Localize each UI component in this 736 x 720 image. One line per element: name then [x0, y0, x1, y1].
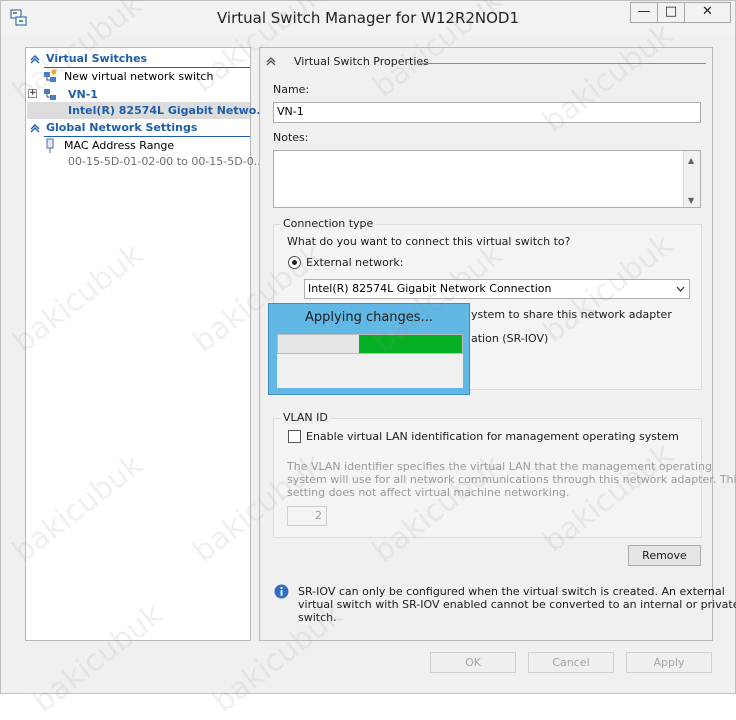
virtual-switch-manager-window: Virtual Switch Manager for W12R2NOD1 — □…: [0, 0, 736, 720]
progress-fill: [359, 335, 462, 353]
vlan-id-field[interactable]: 2: [287, 506, 327, 526]
new-switch-label: New virtual network switch: [64, 70, 214, 83]
apply-button[interactable]: Apply: [626, 652, 712, 673]
notes-scrollbar[interactable]: ▲ ▼: [683, 151, 700, 207]
sriov-checkbox-label: ation (SR-IOV): [471, 332, 549, 345]
section-divider: [420, 63, 706, 64]
virtual-switch-icon: [44, 89, 56, 100]
sidebar-item-vn-1[interactable]: + VN-1: [28, 86, 248, 103]
global-settings-header-label: Global Network Settings: [46, 121, 198, 134]
window-title: Virtual Switch Manager for W12R2NOD1: [216, 9, 520, 27]
ok-button[interactable]: OK: [430, 652, 516, 673]
switch-navigation-tree: Virtual Switches New virtual network swi…: [25, 47, 269, 641]
vlan-description-line-2: system will use for all network communic…: [287, 473, 736, 486]
maximize-button[interactable]: □: [657, 2, 685, 23]
external-network-label: External network:: [306, 256, 404, 269]
collapse-chevron-icon: [30, 55, 40, 64]
collapse-chevron-icon[interactable]: [266, 56, 276, 66]
collapse-chevron-icon: [30, 124, 40, 133]
vlan-description-line-3: setting does not affect virtual machine …: [287, 486, 570, 499]
switch-name-label: VN-1: [68, 88, 98, 101]
sriov-info-line-1: SR-IOV can only be configured when the v…: [298, 585, 725, 598]
sidebar-item-mac-address-range[interactable]: MAC Address Range: [44, 137, 248, 154]
connection-question: What do you want to connect this virtual…: [287, 235, 571, 248]
info-icon: [274, 584, 289, 599]
virtual-switches-section-header[interactable]: Virtual Switches: [26, 50, 250, 68]
notes-field[interactable]: ▲ ▼: [273, 150, 701, 208]
switch-name-field[interactable]: VN-1: [273, 102, 701, 123]
mac-range-label: MAC Address Range: [64, 139, 175, 152]
sriov-info-line-3: switch.: [298, 611, 337, 624]
title-bar: Virtual Switch Manager for W12R2NOD1 — □…: [1, 1, 735, 35]
network-adapter-icon: [46, 138, 54, 153]
enable-vlan-checkbox[interactable]: [288, 430, 301, 443]
dialog-body: [277, 354, 463, 388]
share-adapter-checkbox-label: ystem to share this network adapter: [471, 308, 672, 321]
scroll-down-icon[interactable]: ▼: [688, 192, 694, 207]
applying-changes-title: Applying changes...: [305, 310, 433, 325]
close-button[interactable]: ✕: [684, 2, 731, 23]
network-adapter-selected: Intel(R) 82574L Gigabit Network Connecti…: [308, 282, 552, 295]
sidebar-item-vn-1-adapter[interactable]: Intel(R) 82574L Gigabit Netwo...: [27, 102, 269, 119]
minimize-icon: —: [637, 4, 651, 19]
cancel-button[interactable]: Cancel: [528, 652, 614, 673]
name-label: Name:: [273, 83, 310, 96]
properties-section-title: Virtual Switch Properties: [294, 55, 429, 68]
progress-bar: [277, 334, 463, 354]
network-adapter-select[interactable]: Intel(R) 82574L Gigabit Network Connecti…: [304, 279, 690, 299]
virtual-switches-header-label: Virtual Switches: [46, 52, 148, 65]
scroll-up-icon[interactable]: ▲: [688, 152, 694, 170]
vlan-description-line-1: The VLAN identifier specifies the virtua…: [287, 460, 712, 473]
new-switch-icon: [44, 69, 57, 82]
expand-plus-icon[interactable]: +: [28, 89, 37, 98]
sidebar-item-new-switch[interactable]: New virtual network switch: [42, 68, 248, 85]
minimize-button[interactable]: —: [630, 2, 658, 23]
remove-button[interactable]: Remove: [628, 545, 701, 566]
external-network-radio[interactable]: [288, 256, 301, 269]
maximize-icon: □: [664, 4, 678, 19]
chevron-down-icon: [676, 286, 685, 292]
close-icon: ✕: [702, 4, 713, 19]
notes-label: Notes:: [273, 131, 309, 144]
global-network-settings-section-header[interactable]: Global Network Settings: [26, 119, 250, 137]
switch-adapter-label: Intel(R) 82574L Gigabit Netwo...: [68, 104, 269, 117]
applying-changes-dialog: Applying changes...: [268, 303, 470, 395]
sriov-info-line-2: virtual switch with SR-IOV enabled canno…: [298, 598, 736, 611]
enable-vlan-label: Enable virtual LAN identification for ma…: [306, 430, 679, 443]
mac-range-value: 00-15-5D-01-02-00 to 00-15-5D-0...: [68, 155, 265, 168]
vlan-id-label: VLAN ID: [281, 411, 330, 424]
connection-type-label: Connection type: [281, 217, 376, 230]
